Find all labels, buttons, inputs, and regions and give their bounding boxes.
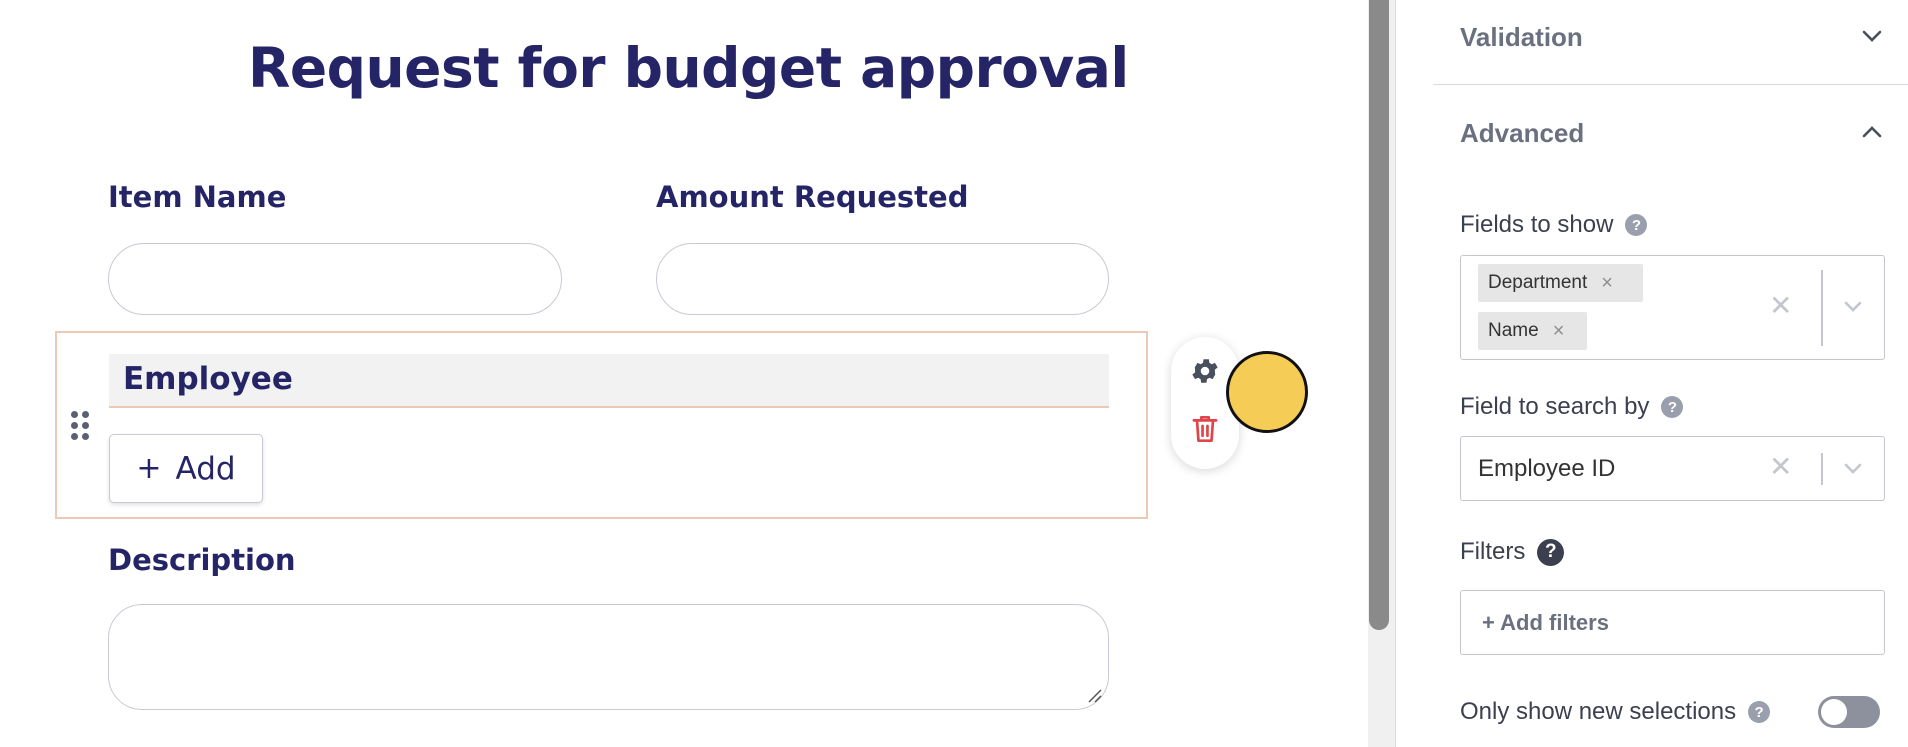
field-to-search-by-select[interactable]: Employee ID ✕: [1460, 436, 1885, 501]
chevron-down-icon[interactable]: [1843, 301, 1863, 313]
section-divider: [1433, 84, 1908, 85]
chip-department-label: Department: [1488, 272, 1588, 293]
chevron-up-icon: [1862, 126, 1882, 138]
resize-grip-icon[interactable]: [1084, 685, 1102, 703]
item-name-label: Item Name: [108, 180, 287, 214]
validation-title: Validation: [1460, 22, 1583, 52]
drag-handle-icon[interactable]: [71, 411, 91, 441]
amount-requested-input[interactable]: [656, 243, 1109, 315]
field-to-search-by-label: Field to search by ?: [1460, 393, 1684, 421]
fields-to-show-text: Fields to show: [1460, 211, 1614, 238]
employee-label-bar: Employee: [109, 354, 1109, 408]
add-filters-button[interactable]: + Add filters: [1460, 590, 1885, 655]
clear-all-icon[interactable]: ✕: [1769, 289, 1792, 322]
select-separator: [1821, 270, 1823, 346]
remove-name-icon[interactable]: ×: [1553, 320, 1565, 343]
toggle-knob: [1821, 699, 1847, 725]
plus-icon: +: [136, 451, 162, 486]
chip-name: Name ×: [1478, 312, 1587, 350]
select-separator: [1821, 453, 1823, 485]
amount-requested-label: Amount Requested: [656, 180, 969, 214]
filters-label: Filters ?: [1460, 538, 1565, 566]
fields-to-show-multiselect[interactable]: Department × Name × ✕: [1460, 255, 1885, 360]
properties-panel: Validation Advanced Fields to show ? Dep…: [1395, 0, 1908, 747]
field-to-search-by-value: Employee ID: [1478, 455, 1616, 482]
chevron-down-icon[interactable]: [1843, 463, 1863, 475]
remove-department-icon[interactable]: ×: [1601, 272, 1613, 295]
validation-section-header[interactable]: Validation: [1396, 0, 1908, 84]
chip-name-label: Name: [1488, 320, 1539, 341]
chip-department: Department ×: [1478, 264, 1643, 302]
canvas-scrollbar-thumb[interactable]: [1369, 0, 1389, 630]
form-canvas: Request for budget approval Item Name Am…: [0, 0, 1368, 747]
help-icon[interactable]: ?: [1748, 701, 1771, 723]
add-button-label: Add: [175, 450, 236, 487]
description-textarea[interactable]: [108, 604, 1109, 710]
clear-icon[interactable]: ✕: [1769, 450, 1792, 483]
help-icon[interactable]: ?: [1661, 396, 1684, 418]
employee-label: Employee: [123, 361, 293, 397]
cursor-indicator: [1226, 351, 1308, 433]
employee-field-selected[interactable]: Employee + Add: [55, 331, 1148, 519]
add-employee-button[interactable]: + Add: [109, 434, 263, 503]
only-show-new-label: Only show new selections ?: [1460, 698, 1771, 726]
help-icon[interactable]: ?: [1625, 214, 1648, 236]
field-to-search-by-text: Field to search by: [1460, 393, 1650, 420]
only-show-new-toggle[interactable]: [1818, 696, 1880, 728]
trash-icon[interactable]: [1187, 411, 1223, 447]
item-name-input[interactable]: [108, 243, 562, 315]
filters-text: Filters: [1460, 538, 1526, 565]
only-show-new-text: Only show new selections: [1460, 698, 1737, 725]
advanced-section-header[interactable]: Advanced: [1396, 86, 1908, 170]
chevron-down-icon: [1862, 30, 1882, 42]
form-title: Request for budget approval: [248, 36, 1129, 100]
advanced-title: Advanced: [1460, 118, 1585, 148]
gear-icon[interactable]: [1187, 353, 1223, 389]
help-icon[interactable]: ?: [1537, 538, 1565, 566]
description-label: Description: [108, 543, 296, 577]
fields-to-show-label: Fields to show ?: [1460, 211, 1648, 239]
